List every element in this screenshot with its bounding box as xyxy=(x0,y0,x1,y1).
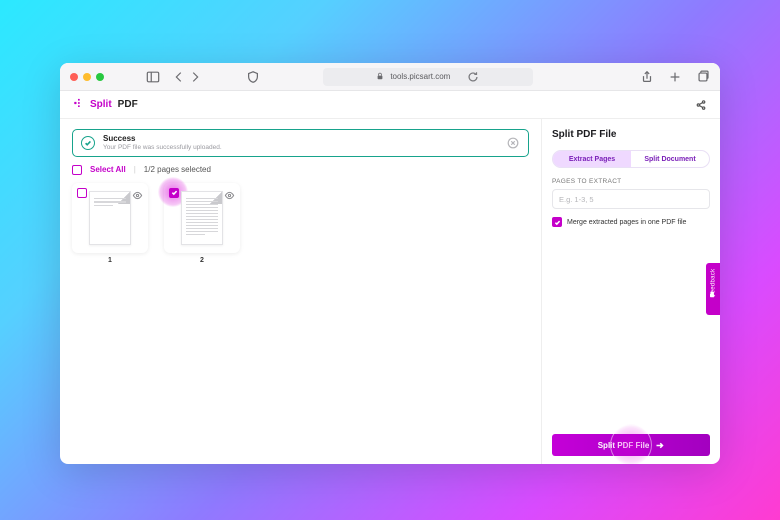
pages-to-extract-input[interactable] xyxy=(552,189,710,209)
minimize-window-button[interactable] xyxy=(83,73,91,81)
banner-subtitle: Your PDF file was successfully uploaded. xyxy=(103,144,222,151)
address-bar-host: tools.picsart.com xyxy=(390,72,450,81)
page-thumb-1[interactable] xyxy=(72,183,148,253)
main-area: Success Your PDF file was successfully u… xyxy=(60,119,720,464)
cta-label: Split PDF File xyxy=(598,441,650,450)
select-all-label[interactable]: Select All xyxy=(90,165,126,174)
close-window-button[interactable] xyxy=(70,73,78,81)
mode-tabs: Extract Pages Split Document xyxy=(552,150,710,168)
tab-split-document[interactable]: Split Document xyxy=(631,151,709,167)
browser-window: tools.picsart.com xyxy=(60,63,720,464)
page-thumbnails: 1 xyxy=(72,183,529,264)
split-pdf-button[interactable]: Split PDF File xyxy=(552,434,710,456)
page-mini-preview xyxy=(89,191,131,245)
feedback-tab[interactable]: Feedback xyxy=(706,263,720,315)
pages-panel: Success Your PDF file was successfully u… xyxy=(60,119,542,464)
share-icon[interactable] xyxy=(640,70,654,84)
pages-to-extract-label: PAGES TO EXTRACT xyxy=(552,178,710,185)
select-all-checkbox[interactable] xyxy=(72,165,82,175)
preview-icon[interactable] xyxy=(132,188,143,206)
app-header: Split PDF xyxy=(60,91,720,119)
app-title-word-b: PDF xyxy=(118,99,138,110)
page-mini-preview xyxy=(181,191,223,245)
tab-extract-pages[interactable]: Extract Pages xyxy=(553,151,631,167)
app-title: Split PDF xyxy=(72,97,138,112)
forward-button[interactable] xyxy=(188,70,202,84)
options-panel: Split PDF File Extract Pages Split Docum… xyxy=(542,119,720,464)
window-controls xyxy=(70,73,104,81)
browser-toolbar: tools.picsart.com xyxy=(60,63,720,91)
success-check-icon xyxy=(81,136,95,150)
banner-title: Success xyxy=(103,135,222,144)
separator: | xyxy=(134,165,136,174)
new-tab-icon[interactable] xyxy=(668,70,682,84)
merge-label: Merge extracted pages in one PDF file xyxy=(567,219,686,226)
success-banner: Success Your PDF file was successfully u… xyxy=(72,129,529,157)
app-share-icon[interactable] xyxy=(694,98,708,112)
page-number: 2 xyxy=(200,257,204,264)
page-card: 2 xyxy=(164,183,240,264)
refresh-icon[interactable] xyxy=(466,70,480,84)
brand-icon xyxy=(72,97,84,112)
page-checkbox[interactable] xyxy=(169,188,179,198)
feedback-icon xyxy=(709,291,718,298)
panel-title: Split PDF File xyxy=(552,129,710,140)
page-number: 1 xyxy=(108,257,112,264)
sidebar-toggle-icon[interactable] xyxy=(146,70,160,84)
page-card: 1 xyxy=(72,183,148,264)
page-checkbox[interactable] xyxy=(77,188,87,198)
maximize-window-button[interactable] xyxy=(96,73,104,81)
address-bar[interactable]: tools.picsart.com xyxy=(323,68,533,86)
lock-icon xyxy=(376,72,384,82)
app-title-word-a: Split xyxy=(90,99,112,110)
preview-icon[interactable] xyxy=(224,188,235,206)
tabs-overview-icon[interactable] xyxy=(696,70,710,84)
page-thumb-2[interactable] xyxy=(164,183,240,253)
arrow-right-icon xyxy=(655,441,664,450)
selection-bar: Select All | 1/2 pages selected xyxy=(72,165,529,175)
merge-checkbox[interactable] xyxy=(552,217,562,227)
banner-close-icon[interactable] xyxy=(506,136,520,150)
selection-count: 1/2 pages selected xyxy=(144,165,211,174)
shield-icon[interactable] xyxy=(246,70,260,84)
back-button[interactable] xyxy=(172,70,186,84)
merge-option-row: Merge extracted pages in one PDF file xyxy=(552,217,710,227)
